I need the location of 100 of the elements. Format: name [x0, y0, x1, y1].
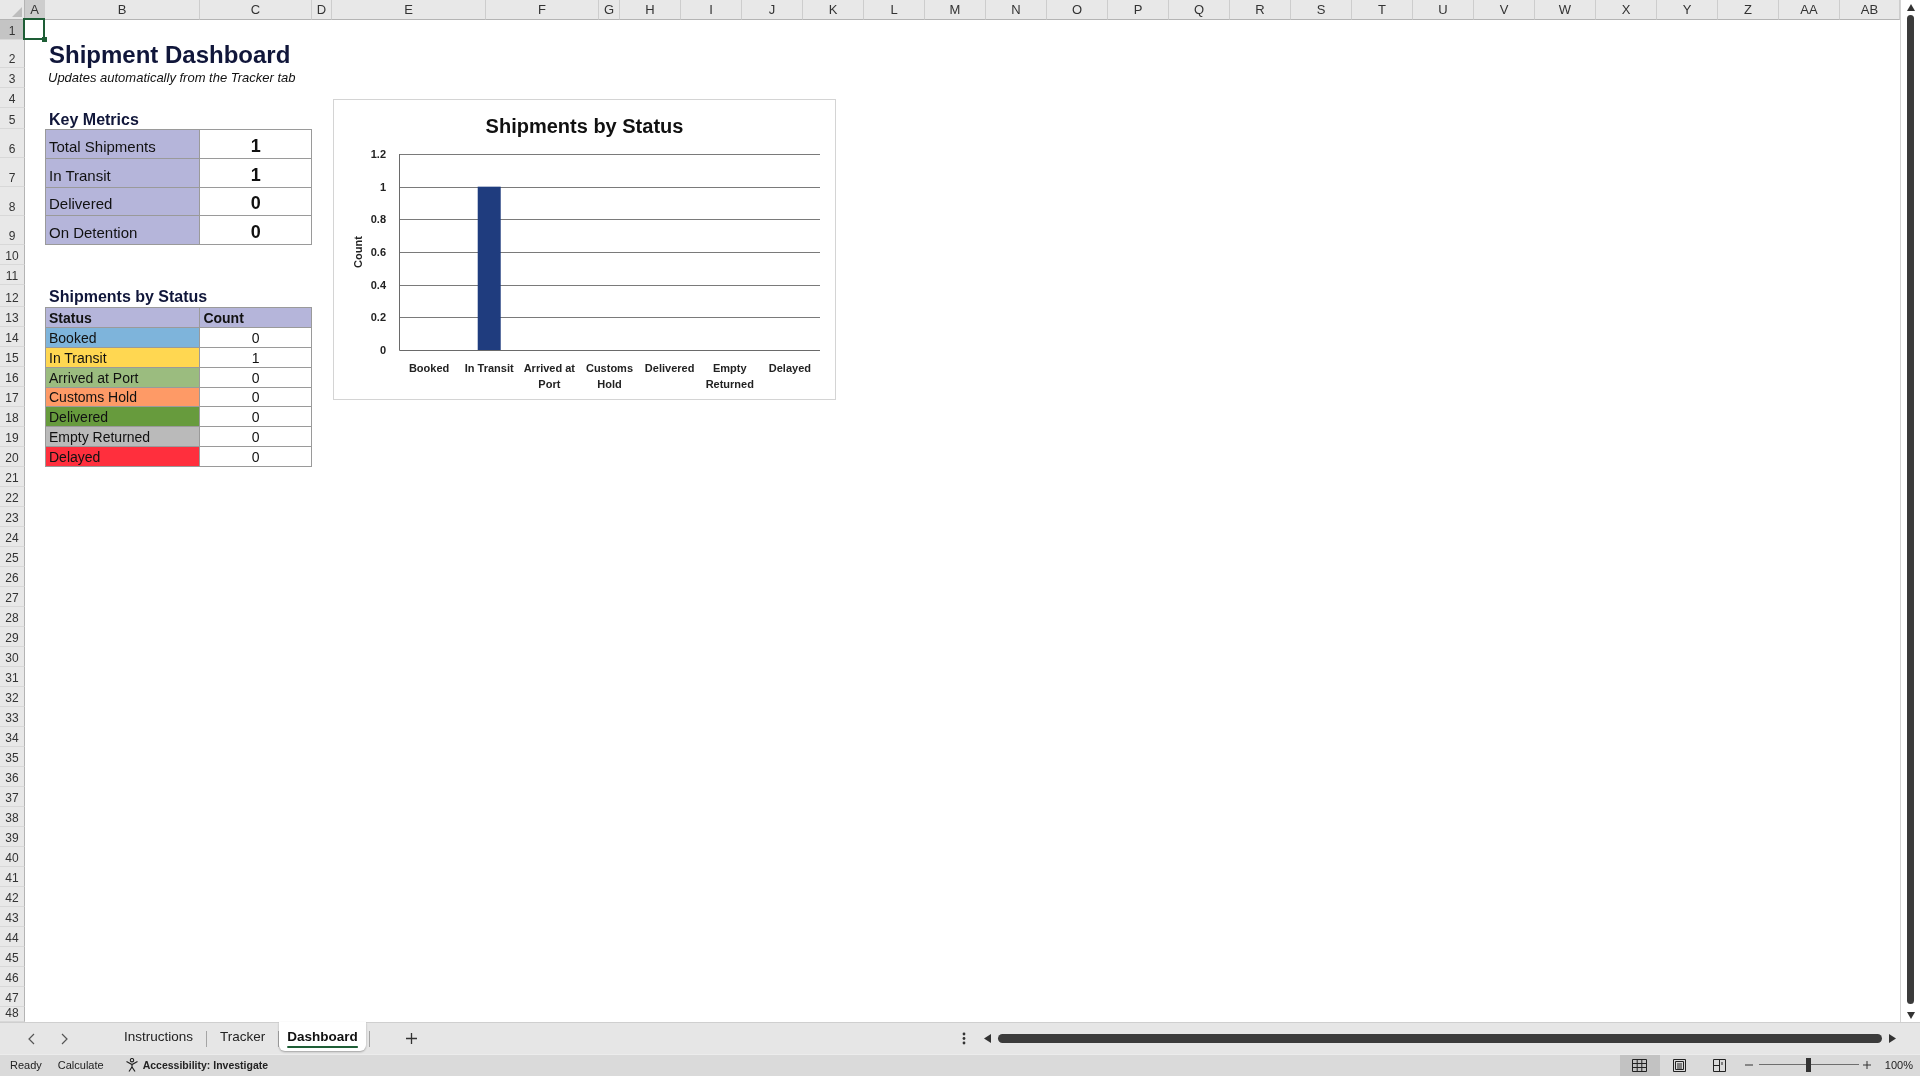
right-arrow-icon[interactable] — [1889, 1034, 1896, 1043]
sheet-tab[interactable]: Tracker — [207, 1022, 279, 1051]
left-arrow-icon[interactable] — [984, 1034, 991, 1043]
row-header[interactable]: 25 — [0, 547, 25, 567]
y-axis-tick-label: 0 — [379, 344, 386, 354]
row-header[interactable]: 47 — [0, 987, 25, 1007]
row-header[interactable]: 15 — [0, 347, 25, 367]
plus-icon[interactable] — [405, 1033, 417, 1044]
row-header[interactable]: 10 — [0, 245, 25, 265]
column-header[interactable]: Q — [1169, 0, 1230, 20]
row-header[interactable]: 3 — [0, 68, 25, 88]
sheet-tab[interactable]: Dashboard — [279, 1022, 366, 1051]
up-arrow-icon[interactable] — [1906, 4, 1915, 11]
scrollbar-thumb[interactable] — [998, 1034, 1882, 1043]
row-header[interactable]: 29 — [0, 627, 25, 647]
row-header[interactable]: 48 — [0, 1007, 25, 1022]
scrollbar-thumb[interactable] — [1907, 15, 1914, 1004]
calculate-button[interactable]: Calculate — [57, 1058, 104, 1071]
row-header[interactable]: 24 — [0, 527, 25, 547]
row-header[interactable]: 2 — [0, 40, 25, 68]
row-header[interactable]: 41 — [0, 867, 25, 887]
row-header[interactable]: 8 — [0, 187, 25, 216]
row-header[interactable]: 4 — [0, 88, 25, 108]
column-header[interactable]: B — [45, 0, 200, 20]
row-header[interactable]: 45 — [0, 947, 25, 967]
row-header[interactable]: 14 — [0, 327, 25, 347]
row-header[interactable]: 22 — [0, 487, 25, 507]
row-header[interactable]: 9 — [0, 216, 25, 245]
column-header[interactable]: D — [312, 0, 332, 20]
split-page-icon — [1713, 1059, 1727, 1072]
column-header[interactable]: P — [1108, 0, 1169, 20]
row-header[interactable]: 20 — [0, 447, 25, 467]
column-header[interactable]: M — [925, 0, 986, 20]
column-header[interactable]: W — [1535, 0, 1596, 20]
accessibility-button[interactable]: Accessibility: Investigate — [124, 1057, 269, 1072]
column-header[interactable]: O — [1047, 0, 1108, 20]
column-header[interactable]: I — [681, 0, 742, 20]
column-header[interactable]: AB — [1840, 0, 1900, 20]
column-header[interactable]: Y — [1657, 0, 1718, 20]
row-header[interactable]: 11 — [0, 265, 25, 285]
column-header[interactable]: G — [599, 0, 620, 20]
column-header[interactable]: J — [742, 0, 803, 20]
row-header[interactable]: 27 — [0, 587, 25, 607]
row-header[interactable]: 40 — [0, 847, 25, 867]
column-header[interactable]: F — [486, 0, 599, 20]
chevron-right-icon[interactable] — [61, 1032, 68, 1045]
zoom-percentage[interactable]: 100% — [1884, 1058, 1913, 1071]
zoom-slider-thumb[interactable] — [1806, 1057, 1812, 1072]
column-header[interactable]: AA — [1779, 0, 1840, 20]
row-header[interactable]: 42 — [0, 887, 25, 907]
row-header[interactable]: 39 — [0, 827, 25, 847]
row-header[interactable]: 18 — [0, 407, 25, 427]
down-arrow-icon[interactable] — [1906, 1012, 1915, 1019]
row-header[interactable]: 17 — [0, 387, 25, 407]
column-header[interactable]: Z — [1718, 0, 1779, 20]
column-header[interactable]: V — [1474, 0, 1535, 20]
row-header[interactable]: 16 — [0, 367, 25, 387]
vertical-dots-icon[interactable] — [962, 1032, 966, 1045]
column-header[interactable]: H — [620, 0, 681, 20]
row-header[interactable]: 12 — [0, 285, 25, 307]
column-header[interactable]: S — [1291, 0, 1352, 20]
column-header[interactable]: X — [1596, 0, 1657, 20]
row-header[interactable]: 7 — [0, 158, 25, 187]
x-axis-category-label: Delivered — [644, 361, 695, 376]
plus-icon[interactable] — [1862, 1060, 1871, 1069]
column-header[interactable]: A — [25, 0, 45, 20]
column-header[interactable]: E — [332, 0, 486, 20]
row-header[interactable]: 6 — [0, 129, 25, 158]
row-header[interactable]: 1 — [0, 20, 25, 40]
row-header[interactable]: 30 — [0, 647, 25, 667]
table-header-cell: Count — [200, 308, 312, 328]
row-header[interactable]: 31 — [0, 667, 25, 687]
row-header[interactable]: 5 — [0, 108, 25, 129]
column-header[interactable]: L — [864, 0, 925, 20]
chevron-left-icon[interactable] — [28, 1032, 35, 1045]
row-header[interactable]: 37 — [0, 787, 25, 807]
sheet-tab[interactable]: Instructions — [111, 1022, 207, 1051]
row-header[interactable]: 44 — [0, 927, 25, 947]
column-header[interactable]: N — [986, 0, 1047, 20]
row-header[interactable]: 19 — [0, 427, 25, 447]
column-header[interactable]: K — [803, 0, 864, 20]
column-header[interactable]: C — [200, 0, 312, 20]
row-header[interactable]: 13 — [0, 307, 25, 327]
row-header[interactable]: 32 — [0, 687, 25, 707]
row-header[interactable]: 34 — [0, 727, 25, 747]
row-header[interactable]: 28 — [0, 607, 25, 627]
row-header[interactable]: 23 — [0, 507, 25, 527]
column-header[interactable]: R — [1230, 0, 1291, 20]
row-header[interactable]: 26 — [0, 567, 25, 587]
row-header[interactable]: 21 — [0, 467, 25, 487]
row-header[interactable]: 38 — [0, 807, 25, 827]
row-header[interactable]: 33 — [0, 707, 25, 727]
column-header[interactable]: T — [1352, 0, 1413, 20]
row-header[interactable]: 35 — [0, 747, 25, 767]
row-header[interactable]: 36 — [0, 767, 25, 787]
row-header[interactable]: 43 — [0, 907, 25, 927]
view-button[interactable] — [1619, 1055, 1660, 1076]
column-header[interactable]: U — [1413, 0, 1474, 20]
row-header[interactable]: 46 — [0, 967, 25, 987]
grid-icon — [1632, 1059, 1648, 1072]
